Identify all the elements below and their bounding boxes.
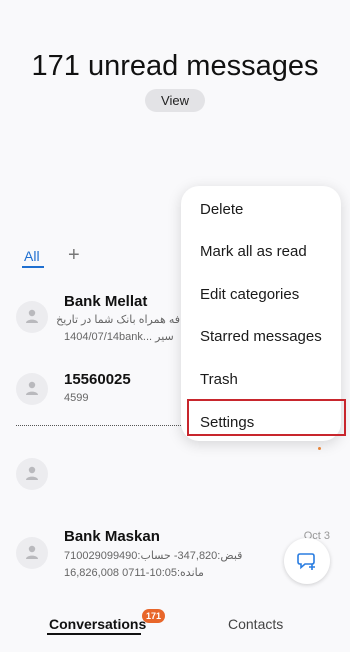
- conversation-name: Bank Mellat: [64, 293, 148, 310]
- conversation-preview-line1: قبض:347,820- حساب:710029099490: [64, 550, 243, 562]
- compose-message-button[interactable]: [284, 538, 330, 584]
- avatar: [16, 537, 48, 569]
- person-icon: [26, 309, 38, 323]
- conversation-name: 15560025: [64, 371, 131, 388]
- menu-item-trash[interactable]: Trash: [200, 371, 238, 388]
- conversation-preview-line2: 1404/07/14bank... سیر: [64, 331, 174, 343]
- view-unread-button[interactable]: View: [145, 89, 205, 112]
- unread-count-title: 171 unread messages: [31, 50, 319, 82]
- avatar: [16, 373, 48, 405]
- person-icon: [26, 466, 38, 480]
- menu-item-delete[interactable]: Delete: [200, 201, 243, 218]
- menu-item-starred-messages[interactable]: Starred messages: [200, 328, 322, 345]
- messages-screen: 171 unread messages View All + Bank Mell…: [0, 0, 350, 652]
- conversation-preview-line1: فه همراه بانک شما در تاریخ: [56, 314, 180, 326]
- avatar: [16, 301, 48, 333]
- nav-conversations-indicator: [47, 633, 141, 635]
- nav-contacts[interactable]: Contacts: [228, 616, 283, 632]
- menu-item-edit-categories[interactable]: Edit categories: [200, 286, 299, 303]
- unread-indicator-dot: [318, 447, 321, 450]
- tab-all[interactable]: All: [24, 248, 40, 264]
- bottom-navigation: Conversations 171 Contacts: [0, 600, 350, 652]
- avatar: [16, 458, 48, 490]
- conversation-name: Bank Maskan: [64, 528, 160, 545]
- person-icon: [26, 381, 38, 395]
- unread-badge: 171: [142, 609, 166, 623]
- compose-message-icon: [297, 553, 315, 570]
- conversation-item[interactable]: [0, 455, 350, 495]
- nav-conversations[interactable]: Conversations: [49, 616, 146, 632]
- menu-item-mark-all-read[interactable]: Mark all as read: [200, 243, 307, 260]
- tab-all-indicator: [22, 266, 44, 268]
- person-icon: [26, 545, 38, 559]
- conversation-preview-line2: مانده:10:05-0711 16,826,008: [64, 567, 204, 579]
- conversation-preview-line1: 4599: [64, 392, 89, 404]
- settings-highlight-box: [187, 399, 346, 436]
- add-category-button[interactable]: +: [68, 244, 80, 267]
